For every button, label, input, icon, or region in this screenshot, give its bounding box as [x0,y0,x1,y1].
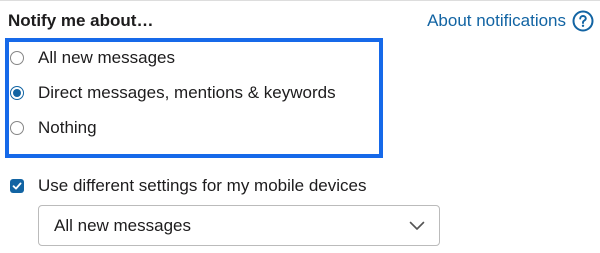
checkmark-icon [12,182,22,190]
radio-option-direct-messages[interactable]: Direct messages, mentions & keywords [10,83,336,103]
about-notifications-link[interactable]: About notifications [427,10,594,32]
mobile-settings-checkbox-row[interactable]: Use different settings for my mobile dev… [10,176,367,196]
mobile-settings-label: Use different settings for my mobile dev… [38,176,367,195]
radio-option-nothing[interactable]: Nothing [10,118,97,138]
top-divider [0,0,600,1]
chevron-down-icon [409,221,425,231]
radio-label: Nothing [38,118,97,137]
radio-label: All new messages [38,48,176,67]
mobile-notify-select[interactable]: All new messages [38,205,440,246]
radio-label: Direct messages, mentions & keywords [38,83,336,102]
radio-button[interactable] [10,51,24,65]
mobile-settings-checkbox[interactable] [10,179,24,193]
select-value: All new messages [54,215,192,235]
notification-preferences: Notify me about… About notifications All… [0,0,600,253]
section-title: Notify me about… [8,11,154,30]
about-notifications-label: About notifications [427,11,566,30]
radio-button-selected[interactable] [10,86,24,100]
radio-option-all-new-messages[interactable]: All new messages [10,48,175,68]
radio-button[interactable] [10,121,24,135]
question-circle-icon[interactable] [572,10,594,32]
